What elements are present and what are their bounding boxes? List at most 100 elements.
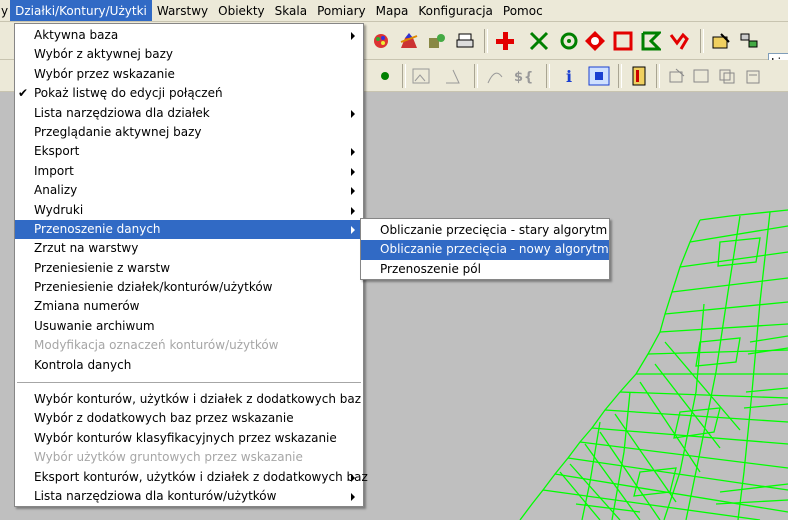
menu-dzialki-kontury-uzytki[interactable]: Działki/Kontury/Użytki — [10, 0, 152, 21]
menu-item-label: Eksport konturów, użytków i działek z do… — [34, 469, 368, 484]
add-point-icon[interactable] — [494, 30, 516, 52]
menu-item-label: Wydruki — [34, 202, 84, 217]
menu-item-wybor-przez-wskazanie[interactable]: Wybór przez wskazanie — [15, 65, 363, 84]
menu-item-label: Przeglądanie aktywnej bazy — [34, 124, 202, 139]
layer-edit-icon[interactable] — [690, 65, 712, 87]
menu-item-label: Wybór konturów klasyfikacyjnych przez ws… — [34, 430, 337, 445]
layers-fill-icon[interactable] — [398, 30, 420, 52]
menu-item-label: Lista narzędziowa dla konturów/użytków — [34, 488, 277, 503]
menu-item-przeniesienie-dzialek[interactable]: Przeniesienie działek/konturów/użytków — [15, 278, 363, 297]
menu-item-label: Przenoszenie pól — [380, 261, 481, 276]
menu-item-label: Przeniesienie z warstw — [34, 260, 171, 275]
image-icon[interactable] — [410, 65, 432, 87]
menu-item-aktywna-baza[interactable]: Aktywna baza — [15, 26, 363, 45]
menu-item-zmiana-numerow[interactable]: Zmiana numerów — [15, 297, 363, 316]
menu-item-import[interactable]: Import — [15, 162, 363, 181]
submenu-arrow-icon — [351, 187, 355, 196]
submenu-item-przenoszenie-pol[interactable]: Przenoszenie pól — [361, 260, 609, 279]
menu-item-label: Analizy — [34, 183, 78, 198]
curve-tool-icon[interactable] — [484, 65, 506, 87]
dollar-tool-icon[interactable]: ${ — [512, 65, 534, 87]
measure-angle-icon[interactable] — [442, 65, 464, 87]
checkmark-icon: ✔ — [18, 86, 29, 101]
menu-item-label: Modyfikacja oznaczeń konturów/użytków — [34, 338, 279, 353]
menu-item-label: Import — [34, 163, 74, 178]
menu-pomoc[interactable]: Pomoc — [498, 0, 548, 21]
green-dot-icon[interactable] — [374, 65, 396, 87]
palette-icon[interactable] — [370, 30, 392, 52]
toolbar-separator — [700, 29, 704, 53]
menu-item-zrzut-na-warstwy[interactable]: Zrzut na warstwy — [15, 239, 363, 258]
menu-item-label: Zrzut na warstwy — [34, 241, 139, 256]
menu-item-label: Wybór z dodatkowych baz przez wskazanie — [34, 411, 294, 426]
menu-item-lista-narzedziowa-dzialek[interactable]: Lista narzędziowa dla działek — [15, 104, 363, 123]
menu-item-wybor-konturow-dodatkowe-bazy[interactable]: Wybór konturów, użytków i działek z doda… — [15, 390, 363, 409]
menu-item-przeniesienie-z-warstw[interactable]: Przeniesienie z warstw — [15, 259, 363, 278]
toolbar-separator — [484, 29, 488, 53]
print-icon[interactable] — [454, 30, 476, 52]
svg-text:i: i — [566, 67, 572, 86]
menu-item-usuwanie-archiwum[interactable]: Usuwanie archiwum — [15, 317, 363, 336]
menu-item-eksport-konturow[interactable]: Eksport konturów, użytków i działek z do… — [15, 468, 368, 487]
submenu-item-nowy-algorytm[interactable]: Obliczanie przecięcia - nowy algorytm — [361, 240, 609, 260]
target-diamond-icon[interactable] — [584, 30, 606, 52]
menu-item-pokaz-listwe[interactable]: ✔ Pokaż listwę do edycji połączeń — [15, 84, 363, 103]
toolbar-separator — [546, 64, 550, 88]
toolbar-separator — [402, 64, 406, 88]
info-icon[interactable]: i — [558, 65, 580, 87]
menu-mapa[interactable]: Mapa — [371, 0, 414, 21]
menu-item-wybor-dodatkowe-bazy-wskazanie[interactable]: Wybór z dodatkowych baz przez wskazanie — [15, 409, 363, 428]
menu-item-label: Eksport — [34, 144, 80, 159]
menu-item-przenoszenie-danych[interactable]: Przenoszenie danych — [15, 219, 363, 240]
menu-pomiary[interactable]: Pomiary — [312, 0, 371, 21]
menu-obiekty[interactable]: Obiekty — [213, 0, 270, 21]
menu-item-eksport[interactable]: Eksport — [15, 142, 363, 161]
network-icon[interactable] — [738, 30, 760, 52]
submenu-arrow-icon — [351, 473, 355, 482]
menu-item-kontrola-danych[interactable]: Kontrola danych — [15, 356, 363, 375]
rectangle-icon[interactable] — [612, 30, 634, 52]
layer-select-icon[interactable] — [666, 65, 688, 87]
menu-item-wybor-z-aktywnej-bazy[interactable]: Wybór z aktywnej bazy — [15, 45, 363, 64]
exit-door-icon[interactable] — [628, 65, 650, 87]
polygon-icon[interactable] — [640, 30, 662, 52]
svg-text:{: { — [524, 70, 533, 85]
menu-divider — [17, 382, 361, 384]
layer-copy-icon[interactable] — [716, 65, 738, 87]
wizard-icon[interactable] — [426, 30, 448, 52]
circle-point-icon[interactable] — [558, 30, 580, 52]
menu-item-przegladanie-bazy[interactable]: Przeglądanie aktywnej bazy — [15, 123, 363, 142]
menu-item-label: Lista narzędziowa dla działek — [34, 105, 210, 120]
folder-select-icon[interactable] — [710, 30, 732, 52]
submenu-arrow-icon — [351, 167, 355, 176]
submenu-arrow-icon — [351, 32, 355, 40]
toolbar-separator — [474, 64, 478, 88]
menu-item-label: Wybór użytków gruntowych przez wskazanie — [34, 450, 303, 465]
menu-item-wydruki[interactable]: Wydruki — [15, 201, 363, 220]
delete-cross-icon[interactable] — [528, 30, 550, 52]
menu-item-analizy[interactable]: Analizy — [15, 181, 363, 200]
menu-item-label: Kontrola danych — [34, 357, 132, 372]
polyline-icon[interactable] — [668, 30, 690, 52]
menu-item-lista-narzedziowa-konturow[interactable]: Lista narzędziowa dla konturów/użytków — [15, 487, 363, 506]
menu-konfiguracja[interactable]: Konfiguracja — [413, 0, 498, 21]
menubar: y Działki/Kontury/Użytki Warstwy Obiekty… — [0, 0, 788, 22]
menu-item-label: Wybór konturów, użytków i działek z doda… — [34, 392, 362, 407]
menu-cut-item[interactable]: y — [0, 0, 10, 21]
submenu-item-stary-algorytm[interactable]: Obliczanie przecięcia - stary algorytm — [361, 221, 609, 240]
menu-item-label: Wybór przez wskazanie — [34, 66, 175, 81]
menu-skala[interactable]: Skala — [270, 0, 312, 21]
menu-item-wybor-konturow-klasyfikacyjnych[interactable]: Wybór konturów klasyfikacyjnych przez ws… — [15, 429, 363, 448]
menu-item-label: Wybór z aktywnej bazy — [34, 47, 174, 62]
przenoszenie-danych-submenu: Obliczanie przecięcia - stary algorytm O… — [360, 218, 610, 280]
menu-warstwy[interactable]: Warstwy — [152, 0, 213, 21]
menu-item-label: Obliczanie przecięcia - nowy algorytm — [380, 242, 609, 257]
layer-paste-icon[interactable] — [742, 65, 764, 87]
toolbar-separator — [618, 64, 622, 88]
menu-item-label: Obliczanie przecięcia - stary algorytm — [380, 223, 608, 237]
menu-item-label: Usuwanie archiwum — [34, 318, 155, 333]
submenu-arrow-icon — [351, 225, 355, 234]
zoom-extent-icon[interactable] — [588, 65, 610, 87]
submenu-arrow-icon — [351, 492, 355, 501]
menu-item-wybor-uzytkow-gruntowych: Wybór użytków gruntowych przez wskazanie — [15, 448, 363, 467]
